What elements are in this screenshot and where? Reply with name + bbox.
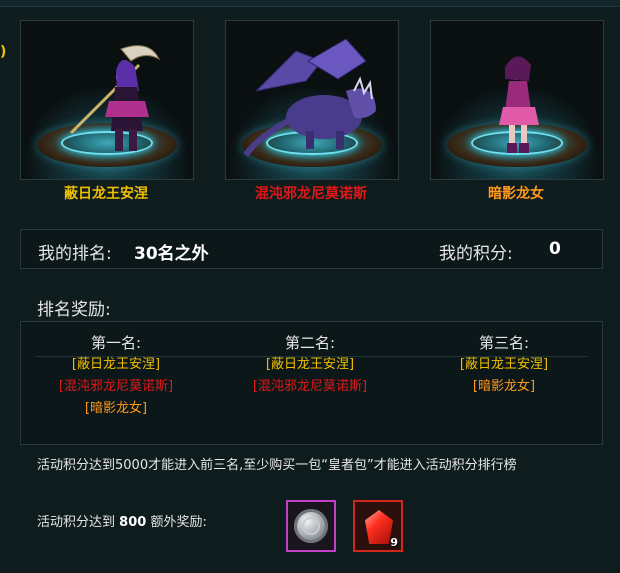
hero-portrait-chaos-dragon (243, 38, 376, 157)
hero-portrait-shadow-dragoness (499, 56, 539, 153)
ranking-requirement-note: 活动积分达到5000才能进入前三名,至少购买一包“皇者包”才能进入活动积分排行榜 (37, 458, 517, 473)
hero-card-1[interactable] (20, 20, 194, 180)
reward-item[interactable]: [混沌邪龙尼莫诺斯] (21, 376, 211, 398)
bonus-item-slot-crystal[interactable]: 9 (353, 500, 403, 552)
rank-rewards-title: 排名奖励: (37, 300, 111, 320)
reward-item[interactable]: [暗影龙女] (409, 376, 599, 398)
bonus-suffix: 额外奖励: (150, 515, 207, 530)
hero-card-2[interactable] (225, 20, 399, 180)
bonus-reward-text: 活动积分达到 800 额外奖励: (37, 511, 207, 530)
hero-name-1: 蔽日龙王安涅 (64, 186, 148, 202)
truncated-text: ) (0, 44, 7, 60)
reward-header: 第二名: (284, 334, 336, 352)
reward-item[interactable]: [蔽日龙王安涅] (21, 354, 211, 376)
reward-column-first: 第一名: [蔽日龙王安涅] [混沌邪龙尼莫诺斯] [暗影龙女] (21, 322, 211, 420)
reward-item[interactable]: [混沌邪龙尼莫诺斯] (215, 376, 405, 398)
hero-name-2: 混沌邪龙尼莫诺斯 (255, 186, 367, 202)
reward-item[interactable]: [蔽日龙王安涅] (215, 354, 405, 376)
bonus-item-slot-coin[interactable] (286, 500, 336, 552)
hero-card-3[interactable] (430, 20, 604, 180)
rank-rewards-panel: 第一名: [蔽日龙王安涅] [混沌邪龙尼莫诺斯] [暗影龙女] 第二名: [蔽日… (20, 321, 603, 445)
my-rank-bar: 我的排名: 30名之外 我的积分: 0 (20, 229, 603, 269)
reward-header: 第三名: (478, 334, 530, 352)
bonus-threshold: 800 (119, 515, 147, 530)
hero-portrait-dragon-king (69, 45, 161, 151)
red-crystal-icon (365, 510, 393, 544)
my-score-value: 0 (549, 239, 561, 259)
bonus-prefix: 活动积分达到 (37, 515, 116, 530)
my-score-label: 我的积分: (439, 244, 513, 264)
reward-column-second: 第二名: [蔽日龙王安涅] [混沌邪龙尼莫诺斯] (215, 322, 405, 398)
top-strip (0, 0, 620, 7)
reward-item[interactable]: [蔽日龙王安涅] (409, 354, 599, 376)
my-rank-label: 我的排名: (38, 244, 112, 264)
item-count: 9 (390, 536, 398, 549)
reward-item[interactable]: [暗影龙女] (21, 398, 211, 420)
hero-name-3: 暗影龙女 (488, 186, 544, 202)
reward-column-third: 第三名: [蔽日龙王安涅] [暗影龙女] (409, 322, 599, 398)
my-rank-value: 30名之外 (134, 244, 209, 264)
reward-header: 第一名: (90, 334, 142, 352)
silver-coin-icon (294, 509, 328, 543)
